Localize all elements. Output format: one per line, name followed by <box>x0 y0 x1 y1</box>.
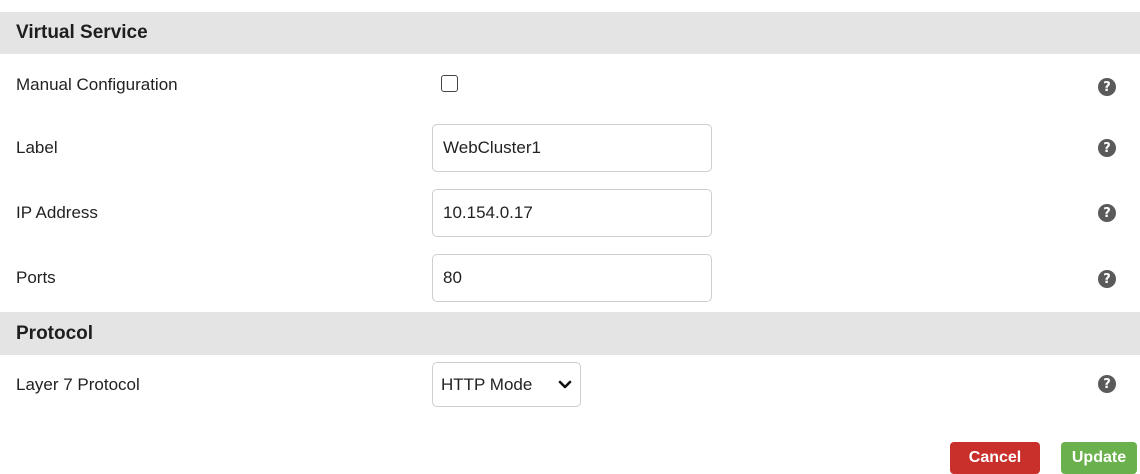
help-glyph: ? <box>1103 140 1111 156</box>
help-glyph: ? <box>1103 376 1111 392</box>
label-input[interactable] <box>432 124 712 172</box>
section-title: Protocol <box>16 322 94 344</box>
section-header-protocol: Protocol <box>0 312 1140 355</box>
help-glyph: ? <box>1103 79 1111 95</box>
cancel-button[interactable]: Cancel <box>950 442 1040 474</box>
layer7-protocol-label: Layer 7 Protocol <box>16 375 140 394</box>
manual-configuration-checkbox[interactable] <box>441 75 458 92</box>
ports-input[interactable] <box>432 254 712 302</box>
chevron-down-icon <box>558 380 572 389</box>
section-header-virtual-service: Virtual Service <box>0 12 1140 54</box>
update-button[interactable]: Update <box>1061 442 1137 474</box>
layer7-protocol-selected-value: HTTP Mode <box>441 374 533 394</box>
ip-address-label: IP Address <box>16 203 98 222</box>
ip-address-input[interactable] <box>432 189 712 237</box>
ports-label: Ports <box>16 268 56 287</box>
question-circle-icon[interactable]: ? <box>1098 78 1116 96</box>
help-glyph: ? <box>1103 271 1111 287</box>
section-title: Virtual Service <box>16 22 148 43</box>
row-manual-configuration: Manual Configuration <box>0 57 1140 113</box>
question-circle-icon[interactable]: ? <box>1098 139 1116 157</box>
question-circle-icon[interactable]: ? <box>1098 270 1116 288</box>
layer7-protocol-select[interactable]: HTTP Mode <box>432 362 581 407</box>
label-field-label: Label <box>16 138 58 157</box>
manual-configuration-label: Manual Configuration <box>16 75 178 94</box>
help-glyph: ? <box>1103 205 1111 221</box>
question-circle-icon[interactable]: ? <box>1098 204 1116 222</box>
question-circle-icon[interactable]: ? <box>1098 375 1116 393</box>
